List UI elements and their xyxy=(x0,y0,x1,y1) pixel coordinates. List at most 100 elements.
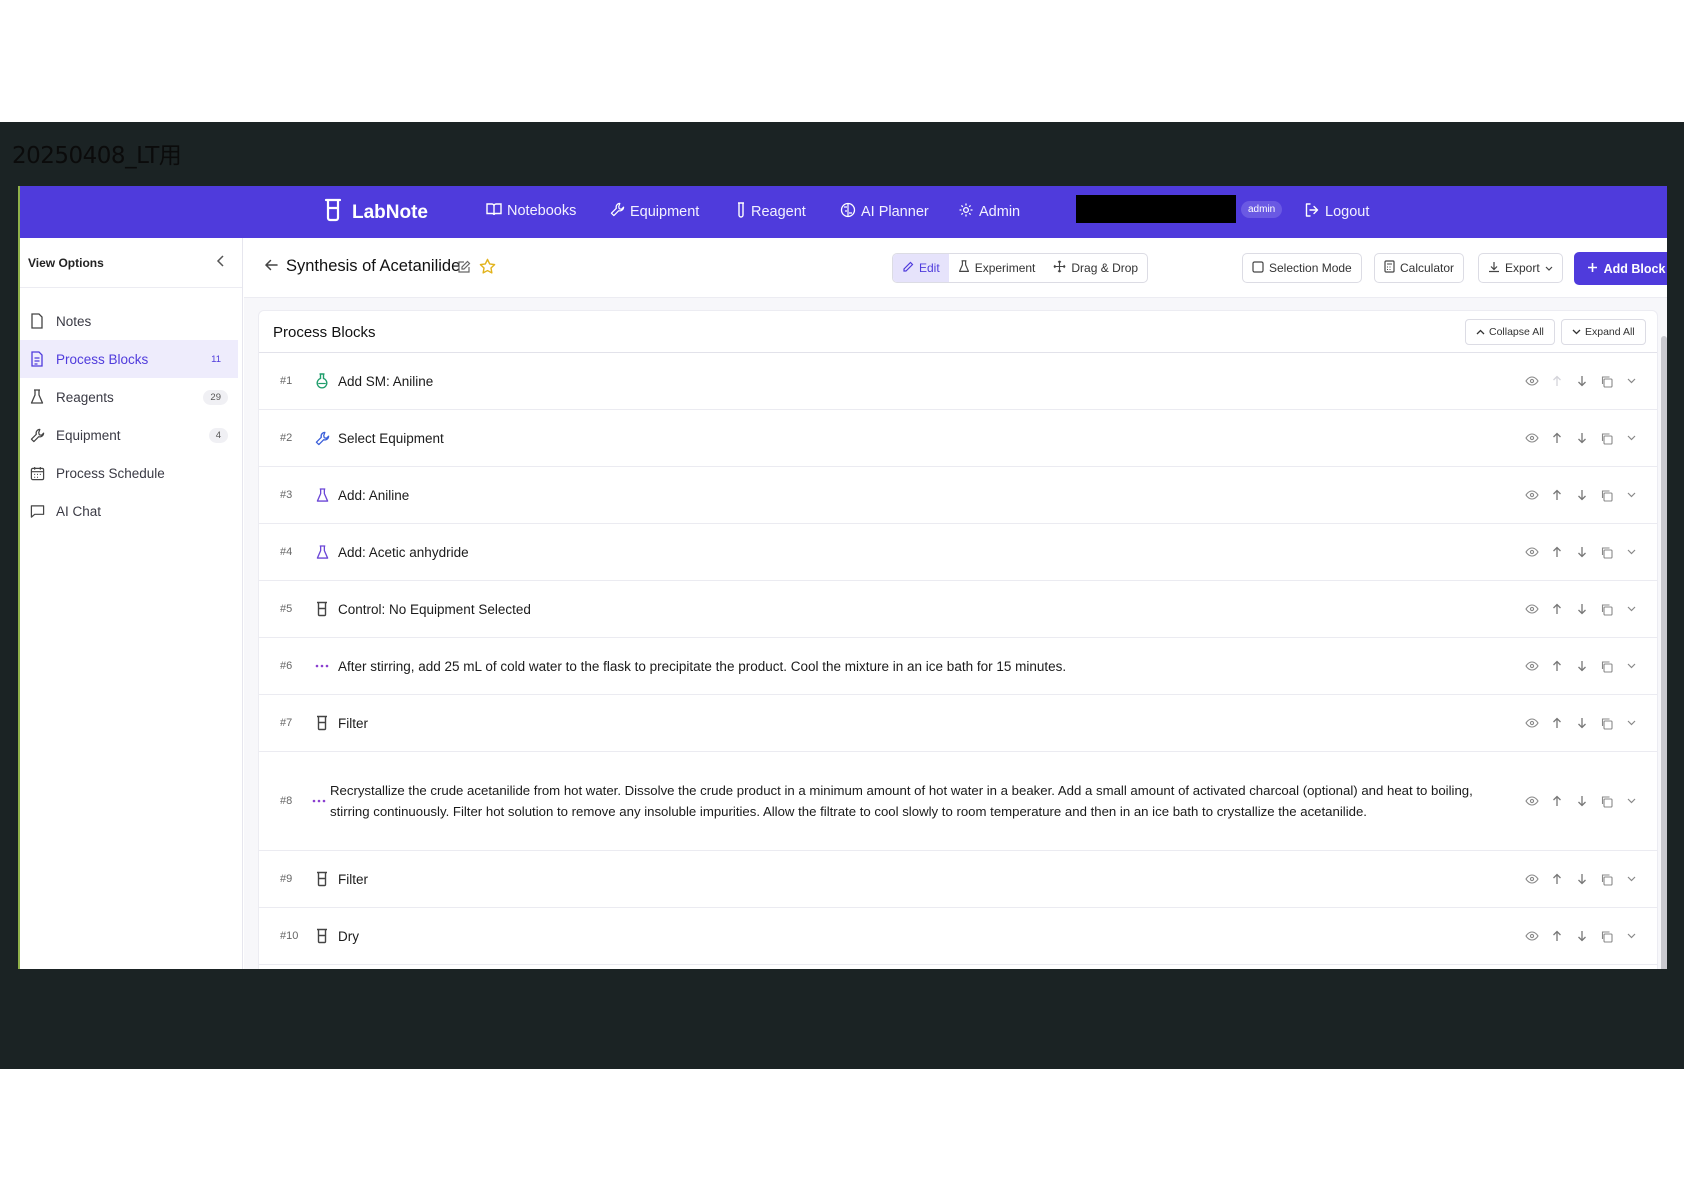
duplicate-copy-icon[interactable] xyxy=(1599,488,1614,503)
move-up-arrow-icon[interactable] xyxy=(1549,794,1564,809)
nav-notebooks[interactable]: Notebooks xyxy=(486,202,576,220)
process-block-row[interactable]: #8 Recrystallize the crude acetanilide fr… xyxy=(259,752,1657,851)
move-down-arrow-icon[interactable] xyxy=(1574,431,1589,446)
export-dropdown-button[interactable]: Export xyxy=(1478,253,1563,283)
block-list: #1 Add SM: Aniline #2 Select Equipment #3 Add… xyxy=(259,353,1657,965)
duplicate-copy-icon[interactable] xyxy=(1599,374,1614,389)
move-down-arrow-icon[interactable] xyxy=(1574,374,1589,389)
toggle-visibility-eye-icon[interactable] xyxy=(1524,716,1539,731)
move-down-arrow-icon[interactable] xyxy=(1574,545,1589,560)
process-block-row[interactable]: #6 After stirring, add 25 mL of cold wate… xyxy=(259,638,1657,695)
block-actions xyxy=(1524,431,1639,446)
expand-chevron-down-icon[interactable] xyxy=(1624,545,1639,560)
expand-chevron-down-icon[interactable] xyxy=(1624,794,1639,809)
move-down-arrow-icon[interactable] xyxy=(1574,929,1589,944)
collapse-all-button[interactable]: Collapse All xyxy=(1465,319,1555,345)
sidebar-item-label: Process Schedule xyxy=(56,465,165,481)
process-block-row[interactable]: #1 Add SM: Aniline xyxy=(259,353,1657,410)
toggle-visibility-eye-icon[interactable] xyxy=(1524,602,1539,617)
move-down-arrow-icon[interactable] xyxy=(1574,716,1589,731)
sidebar-item-reagents[interactable]: Reagents 29 xyxy=(20,378,238,416)
add-block-button[interactable]: Add Block xyxy=(1574,252,1667,285)
process-block-row[interactable]: #4 Add: Acetic anhydride xyxy=(259,524,1657,581)
sidebar-item-process-schedule[interactable]: Process Schedule xyxy=(20,454,238,492)
duplicate-copy-icon[interactable] xyxy=(1599,431,1614,446)
dots-icon xyxy=(311,793,327,809)
logout-button[interactable]: Logout xyxy=(1304,202,1369,222)
edit-mode-button[interactable]: Edit xyxy=(893,254,949,282)
toggle-visibility-eye-icon[interactable] xyxy=(1524,872,1539,887)
duplicate-copy-icon[interactable] xyxy=(1599,716,1614,731)
edit-title-icon[interactable] xyxy=(457,260,471,279)
move-up-arrow-icon[interactable] xyxy=(1549,602,1564,617)
toggle-visibility-eye-icon[interactable] xyxy=(1524,488,1539,503)
move-up-arrow-icon[interactable] xyxy=(1549,716,1564,731)
nav-reagent[interactable]: Reagent xyxy=(736,202,806,222)
nav-equipment[interactable]: Equipment xyxy=(610,202,699,221)
process-block-row[interactable]: #5 Control: No Equipment Selected xyxy=(259,581,1657,638)
brand-logo[interactable]: LabNote xyxy=(323,198,428,228)
expand-all-button[interactable]: Expand All xyxy=(1561,319,1646,345)
beaker-icon xyxy=(314,544,330,560)
toggle-visibility-eye-icon[interactable] xyxy=(1524,545,1539,560)
expand-chevron-down-icon[interactable] xyxy=(1624,659,1639,674)
duplicate-copy-icon[interactable] xyxy=(1599,602,1614,617)
block-title: Select Equipment xyxy=(338,430,444,446)
move-up-arrow-icon[interactable] xyxy=(1549,431,1564,446)
drag-drop-mode-button[interactable]: Drag & Drop xyxy=(1044,254,1147,282)
experiment-mode-button[interactable]: Experiment xyxy=(949,254,1045,282)
duplicate-copy-icon[interactable] xyxy=(1599,659,1614,674)
move-down-arrow-icon[interactable] xyxy=(1574,872,1589,887)
expand-chevron-down-icon[interactable] xyxy=(1624,872,1639,887)
duplicate-copy-icon[interactable] xyxy=(1599,545,1614,560)
expand-chevron-down-icon[interactable] xyxy=(1624,929,1639,944)
scrollbar-thumb[interactable] xyxy=(1661,336,1667,969)
calculator-button[interactable]: Calculator xyxy=(1374,253,1465,283)
toggle-visibility-eye-icon[interactable] xyxy=(1524,374,1539,389)
toggle-visibility-eye-icon[interactable] xyxy=(1524,431,1539,446)
expand-chevron-down-icon[interactable] xyxy=(1624,488,1639,503)
move-up-arrow-icon[interactable] xyxy=(1549,545,1564,560)
sidebar-item-ai-chat[interactable]: AI Chat xyxy=(20,492,238,530)
duplicate-copy-icon[interactable] xyxy=(1599,929,1614,944)
block-actions xyxy=(1524,374,1639,389)
expand-chevron-down-icon[interactable] xyxy=(1624,374,1639,389)
move-down-arrow-icon[interactable] xyxy=(1574,488,1589,503)
favorite-star-icon[interactable] xyxy=(479,258,496,280)
expand-chevron-down-icon[interactable] xyxy=(1624,431,1639,446)
sidebar-item-equipment[interactable]: Equipment 4 xyxy=(20,416,238,454)
process-block-row[interactable]: #7 Filter xyxy=(259,695,1657,752)
move-down-arrow-icon[interactable] xyxy=(1574,794,1589,809)
control-icon xyxy=(314,601,330,617)
move-up-arrow-icon[interactable] xyxy=(1549,488,1564,503)
move-down-arrow-icon[interactable] xyxy=(1574,602,1589,617)
toggle-visibility-eye-icon[interactable] xyxy=(1524,794,1539,809)
panel-scrollbar[interactable] xyxy=(1660,318,1667,969)
nav-ai-planner[interactable]: AI Planner xyxy=(840,202,929,222)
drag-drop-mode-label: Drag & Drop xyxy=(1071,261,1139,275)
duplicate-copy-icon[interactable] xyxy=(1599,872,1614,887)
process-block-row[interactable]: #10 Dry xyxy=(259,908,1657,965)
process-block-row[interactable]: #9 Filter xyxy=(259,851,1657,908)
panel-header: Process Blocks Collapse All Expand All xyxy=(259,311,1657,353)
move-up-arrow-icon[interactable] xyxy=(1549,374,1564,389)
move-down-arrow-icon[interactable] xyxy=(1574,659,1589,674)
nav-admin-label: Admin xyxy=(979,204,1021,220)
move-up-arrow-icon[interactable] xyxy=(1549,659,1564,674)
process-block-row[interactable]: #2 Select Equipment xyxy=(259,410,1657,467)
move-up-arrow-icon[interactable] xyxy=(1549,929,1564,944)
move-up-arrow-icon[interactable] xyxy=(1549,872,1564,887)
sidebar-item-notes[interactable]: Notes xyxy=(20,302,238,340)
toggle-visibility-eye-icon[interactable] xyxy=(1524,929,1539,944)
selection-mode-button[interactable]: Selection Mode xyxy=(1242,253,1362,283)
collapse-sidebar-chevron-icon[interactable] xyxy=(216,255,226,270)
nav-admin[interactable]: Admin xyxy=(958,202,1020,222)
toggle-visibility-eye-icon[interactable] xyxy=(1524,659,1539,674)
chat-icon xyxy=(28,502,46,520)
process-block-row[interactable]: #3 Add: Aniline xyxy=(259,467,1657,524)
expand-chevron-down-icon[interactable] xyxy=(1624,602,1639,617)
back-arrow-icon[interactable] xyxy=(264,258,278,277)
sidebar-item-process-blocks[interactable]: Process Blocks 11 xyxy=(20,340,238,378)
duplicate-copy-icon[interactable] xyxy=(1599,794,1614,809)
expand-chevron-down-icon[interactable] xyxy=(1624,716,1639,731)
